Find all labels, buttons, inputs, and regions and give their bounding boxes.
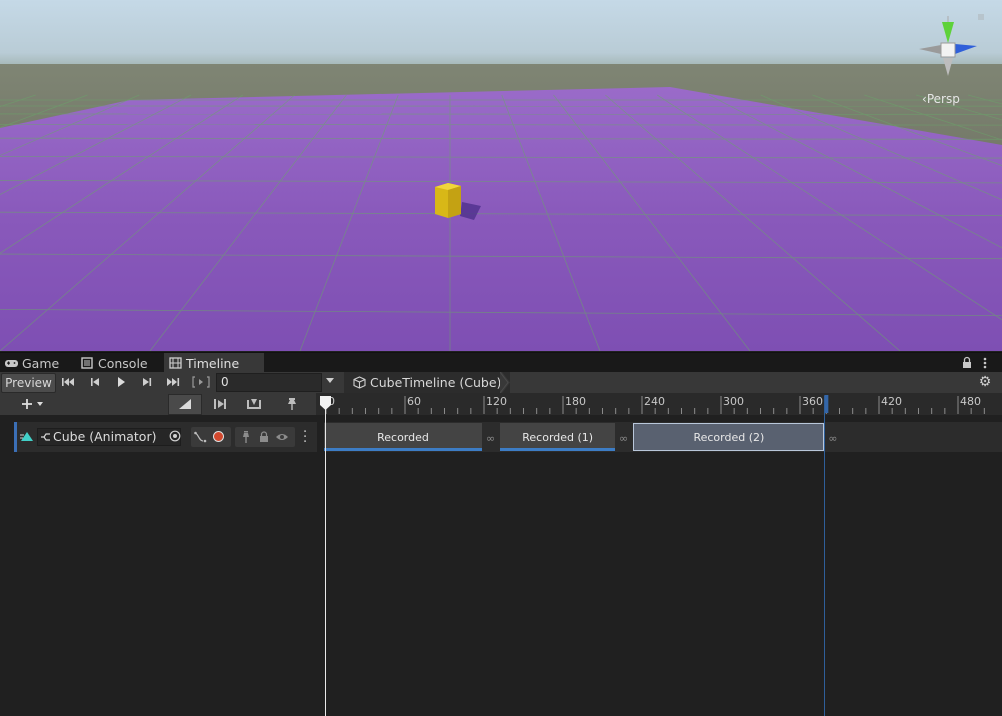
animation-track-header[interactable]: Cube (Animator) · · ·	[14, 422, 317, 452]
track-list-header	[0, 393, 316, 416]
first-frame-icon[interactable]	[58, 374, 80, 390]
tab-console-label: Console	[98, 356, 148, 371]
curves-toggle-icon[interactable]	[194, 431, 208, 443]
previous-frame-icon[interactable]	[84, 374, 106, 390]
animation-clip[interactable]: Recorded (2)	[633, 423, 825, 451]
ripple-mode-icon[interactable]	[206, 395, 234, 413]
ruler-label: 300	[723, 395, 744, 408]
record-controls	[191, 427, 231, 447]
clip-label: Recorded (1)	[522, 431, 594, 444]
timeline-toolbar: Preview 0 CubeTimeline (Cube) ⚙	[0, 372, 1002, 394]
scene-canvas	[0, 0, 1002, 351]
next-frame-icon[interactable]	[136, 374, 158, 390]
clip-label: Recorded (2)	[693, 431, 765, 444]
frame-format-dropdown-icon[interactable]	[326, 378, 334, 383]
extrapolation-icon: ∞	[618, 432, 629, 445]
projection-label[interactable]: ‹Persp	[922, 92, 960, 106]
last-frame-icon[interactable]	[162, 374, 184, 390]
track-binding-label: Cube (Animator)	[53, 429, 157, 444]
track-headers: Cube (Animator) · · ·	[0, 415, 317, 716]
snap-toggle[interactable]	[168, 394, 202, 415]
ruler-label: 480	[960, 395, 981, 408]
tab-game-label: Game	[22, 356, 60, 371]
track-content: Recorded ∞ Recorded (1) ∞ Recorded (2) ∞	[324, 415, 1002, 716]
ground-plane	[0, 87, 1002, 351]
object-picker-icon[interactable]	[169, 430, 181, 442]
replace-mode-icon[interactable]	[240, 395, 268, 413]
timeline-header-row: 0 60 120 180 240 300 360 420 480	[0, 393, 1002, 416]
extrapolation-icon: ∞	[486, 432, 496, 445]
ruler-label: 180	[565, 395, 586, 408]
pin-icon[interactable]	[241, 431, 251, 443]
lock-icon	[978, 14, 984, 20]
breadcrumb-arrow	[500, 372, 510, 393]
visibility-eye-icon[interactable]	[275, 432, 289, 442]
record-button-icon[interactable]	[213, 431, 224, 442]
settings-gear-icon[interactable]: ⚙	[976, 374, 994, 391]
track-area: Cube (Animator) · · · Recorded ∞ Recorded (1…	[0, 415, 1002, 716]
time-ruler[interactable]: 0 60 120 180 240 300 360 420 480	[324, 393, 998, 415]
animation-track-icon	[20, 432, 33, 441]
more-options-icon[interactable]	[981, 356, 989, 370]
extrapolation-icon: ∞	[828, 432, 838, 445]
clip-label: Recorded	[377, 431, 429, 444]
ruler-label: 120	[486, 395, 507, 408]
tab-timeline[interactable]: Timeline	[164, 353, 264, 373]
track-state-controls	[235, 427, 295, 447]
prefab-cube-icon	[353, 376, 366, 389]
ruler-label: 60	[407, 395, 421, 408]
track-options-icon[interactable]: · · ·	[303, 426, 307, 449]
play-range-icon[interactable]	[190, 374, 212, 390]
ruler-label: 420	[881, 395, 902, 408]
lock-icon[interactable]	[259, 431, 269, 443]
clip-recorded-bar	[324, 448, 482, 451]
tab-console[interactable]: Console	[76, 353, 168, 373]
playhead[interactable]	[320, 396, 331, 716]
preview-button[interactable]: Preview	[1, 373, 56, 393]
playhead-handle[interactable]	[320, 396, 331, 410]
clip-recorded-bar	[500, 448, 615, 451]
console-icon	[81, 357, 93, 369]
lock-icon[interactable]	[962, 356, 972, 370]
add-track-button[interactable]	[18, 395, 48, 413]
panel-tab-bar: Game Console Timeline	[0, 352, 1002, 373]
tab-game[interactable]: Game	[0, 353, 80, 373]
animator-icon	[41, 433, 50, 441]
breadcrumb-label: CubeTimeline (Cube)	[370, 375, 502, 390]
track-binding-field[interactable]: Cube (Animator)	[37, 428, 181, 446]
ruler-label: 360	[802, 395, 823, 408]
animation-clip[interactable]: Recorded (1)	[500, 423, 615, 451]
tab-timeline-label: Timeline	[186, 356, 240, 371]
film-icon	[169, 357, 182, 369]
snap-icon	[179, 399, 191, 409]
projection-text: Persp	[926, 92, 960, 106]
timeline-end-marker	[824, 396, 825, 716]
play-icon[interactable]	[110, 374, 132, 390]
breadcrumb[interactable]: CubeTimeline (Cube)	[344, 372, 510, 393]
scene-view[interactable]: ‹Persp	[0, 0, 1002, 351]
animation-clip[interactable]: Recorded	[324, 423, 482, 451]
gamepad-icon	[5, 360, 18, 367]
frame-input[interactable]: 0	[216, 373, 322, 392]
ruler-label: 240	[644, 395, 665, 408]
marker-pin-icon[interactable]	[280, 395, 304, 413]
